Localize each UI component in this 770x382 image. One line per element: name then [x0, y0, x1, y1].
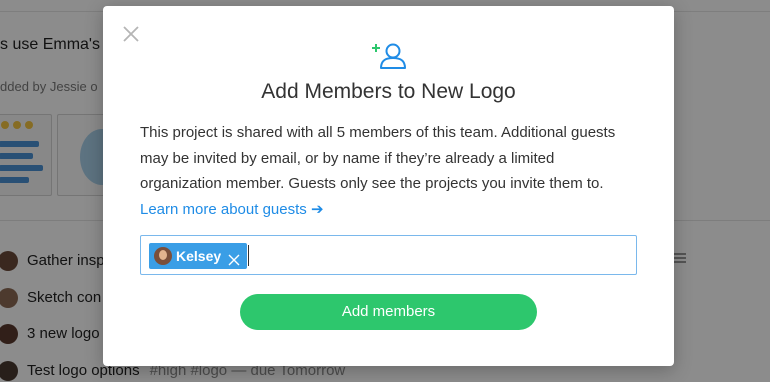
add-members-dialog: Add Members to New Logo This project is …: [103, 6, 674, 366]
add-members-button[interactable]: Add members: [240, 294, 537, 330]
dialog-description: This project is shared with all 5 member…: [140, 120, 640, 222]
description-text: This project is shared with all 5 member…: [140, 124, 616, 192]
member-chip-name: Kelsey: [176, 248, 222, 264]
member-input[interactable]: Kelsey: [140, 235, 637, 275]
learn-more-link[interactable]: Learn more about guests ➔: [140, 201, 324, 218]
member-chip[interactable]: Kelsey: [149, 243, 248, 269]
avatar: [154, 247, 172, 265]
dialog-title: Add Members to New Logo: [261, 80, 516, 103]
close-icon[interactable]: [121, 24, 141, 44]
add-user-icon: [369, 40, 409, 70]
remove-chip-icon[interactable]: [227, 249, 241, 266]
text-cursor: [248, 245, 249, 266]
